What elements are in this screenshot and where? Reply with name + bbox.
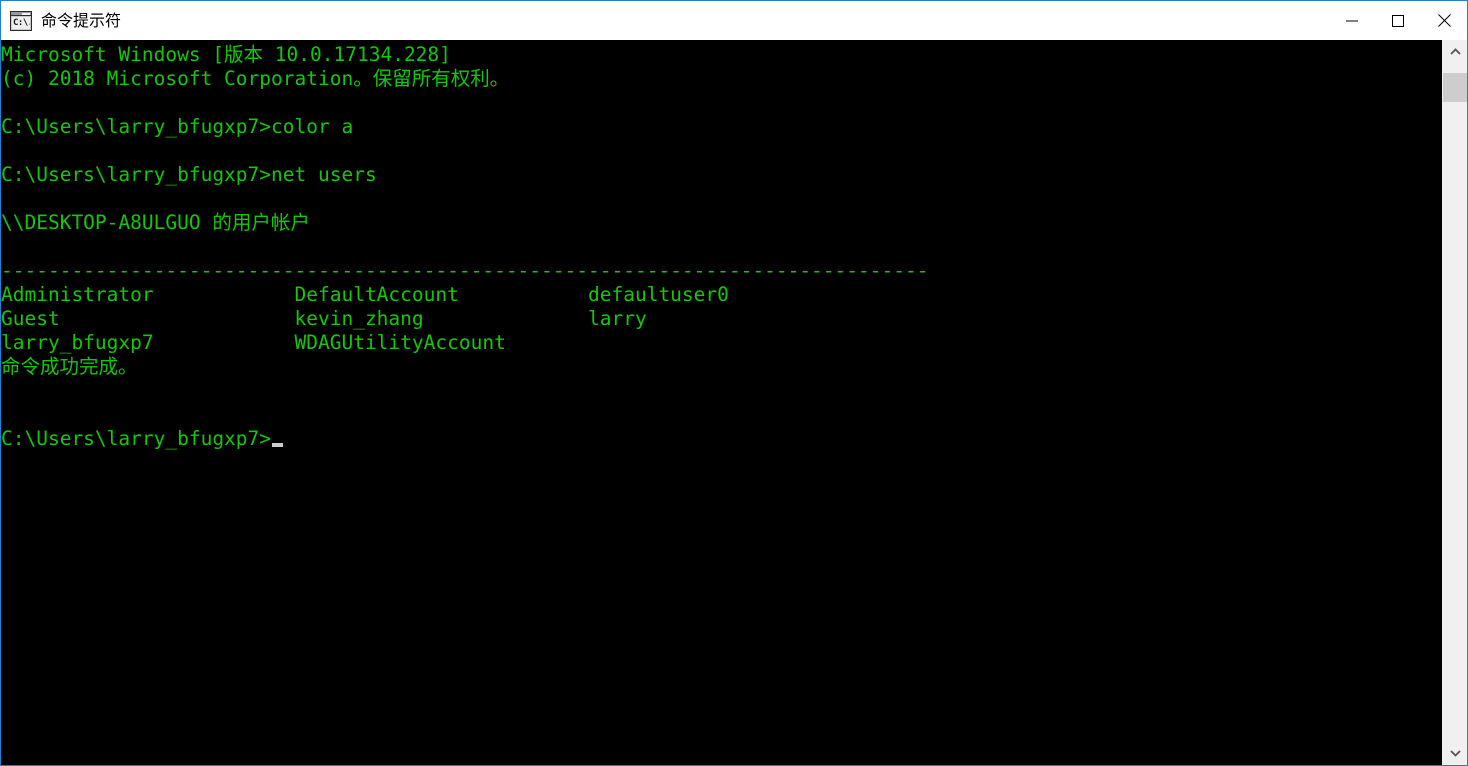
- chevron-up-icon: [1449, 48, 1461, 55]
- console-output-area[interactable]: Microsoft Windows [版本 10.0.17134.228] (c…: [1, 40, 1442, 765]
- window-title: 命令提示符: [41, 10, 122, 30]
- scrollbar-track[interactable]: [1443, 64, 1467, 741]
- close-button[interactable]: [1421, 1, 1467, 40]
- cmd-app-icon[interactable]: C:\.: [10, 10, 32, 31]
- console-text: Microsoft Windows [版本 10.0.17134.228] (c…: [1, 43, 928, 451]
- close-icon: [1437, 14, 1451, 27]
- console-body: Microsoft Windows [版本 10.0.17134.228] (c…: [1, 40, 1467, 765]
- cmd-window: C:\. 命令提示符 Microso: [0, 0, 1468, 766]
- window-controls: [1329, 1, 1467, 40]
- minimize-icon: [1346, 20, 1358, 21]
- maximize-button[interactable]: [1375, 1, 1421, 40]
- maximize-icon: [1392, 14, 1404, 27]
- cmd-icon-prompt-text: C:\.: [12, 16, 30, 29]
- title-bar[interactable]: C:\. 命令提示符: [1, 0, 1467, 40]
- cmd-icon-titlebar: [11, 11, 31, 16]
- minimize-button[interactable]: [1329, 1, 1375, 40]
- text-cursor: [272, 443, 284, 447]
- scroll-up-button[interactable]: [1443, 40, 1467, 64]
- console-lines: Microsoft Windows [版本 10.0.17134.228] (c…: [1, 43, 929, 450]
- scrollbar-thumb[interactable]: [1443, 73, 1467, 102]
- vertical-scrollbar[interactable]: [1442, 40, 1467, 765]
- scroll-down-button[interactable]: [1443, 741, 1467, 765]
- cmd-icon-dots: [22, 12, 30, 15]
- chevron-down-icon: [1449, 750, 1461, 757]
